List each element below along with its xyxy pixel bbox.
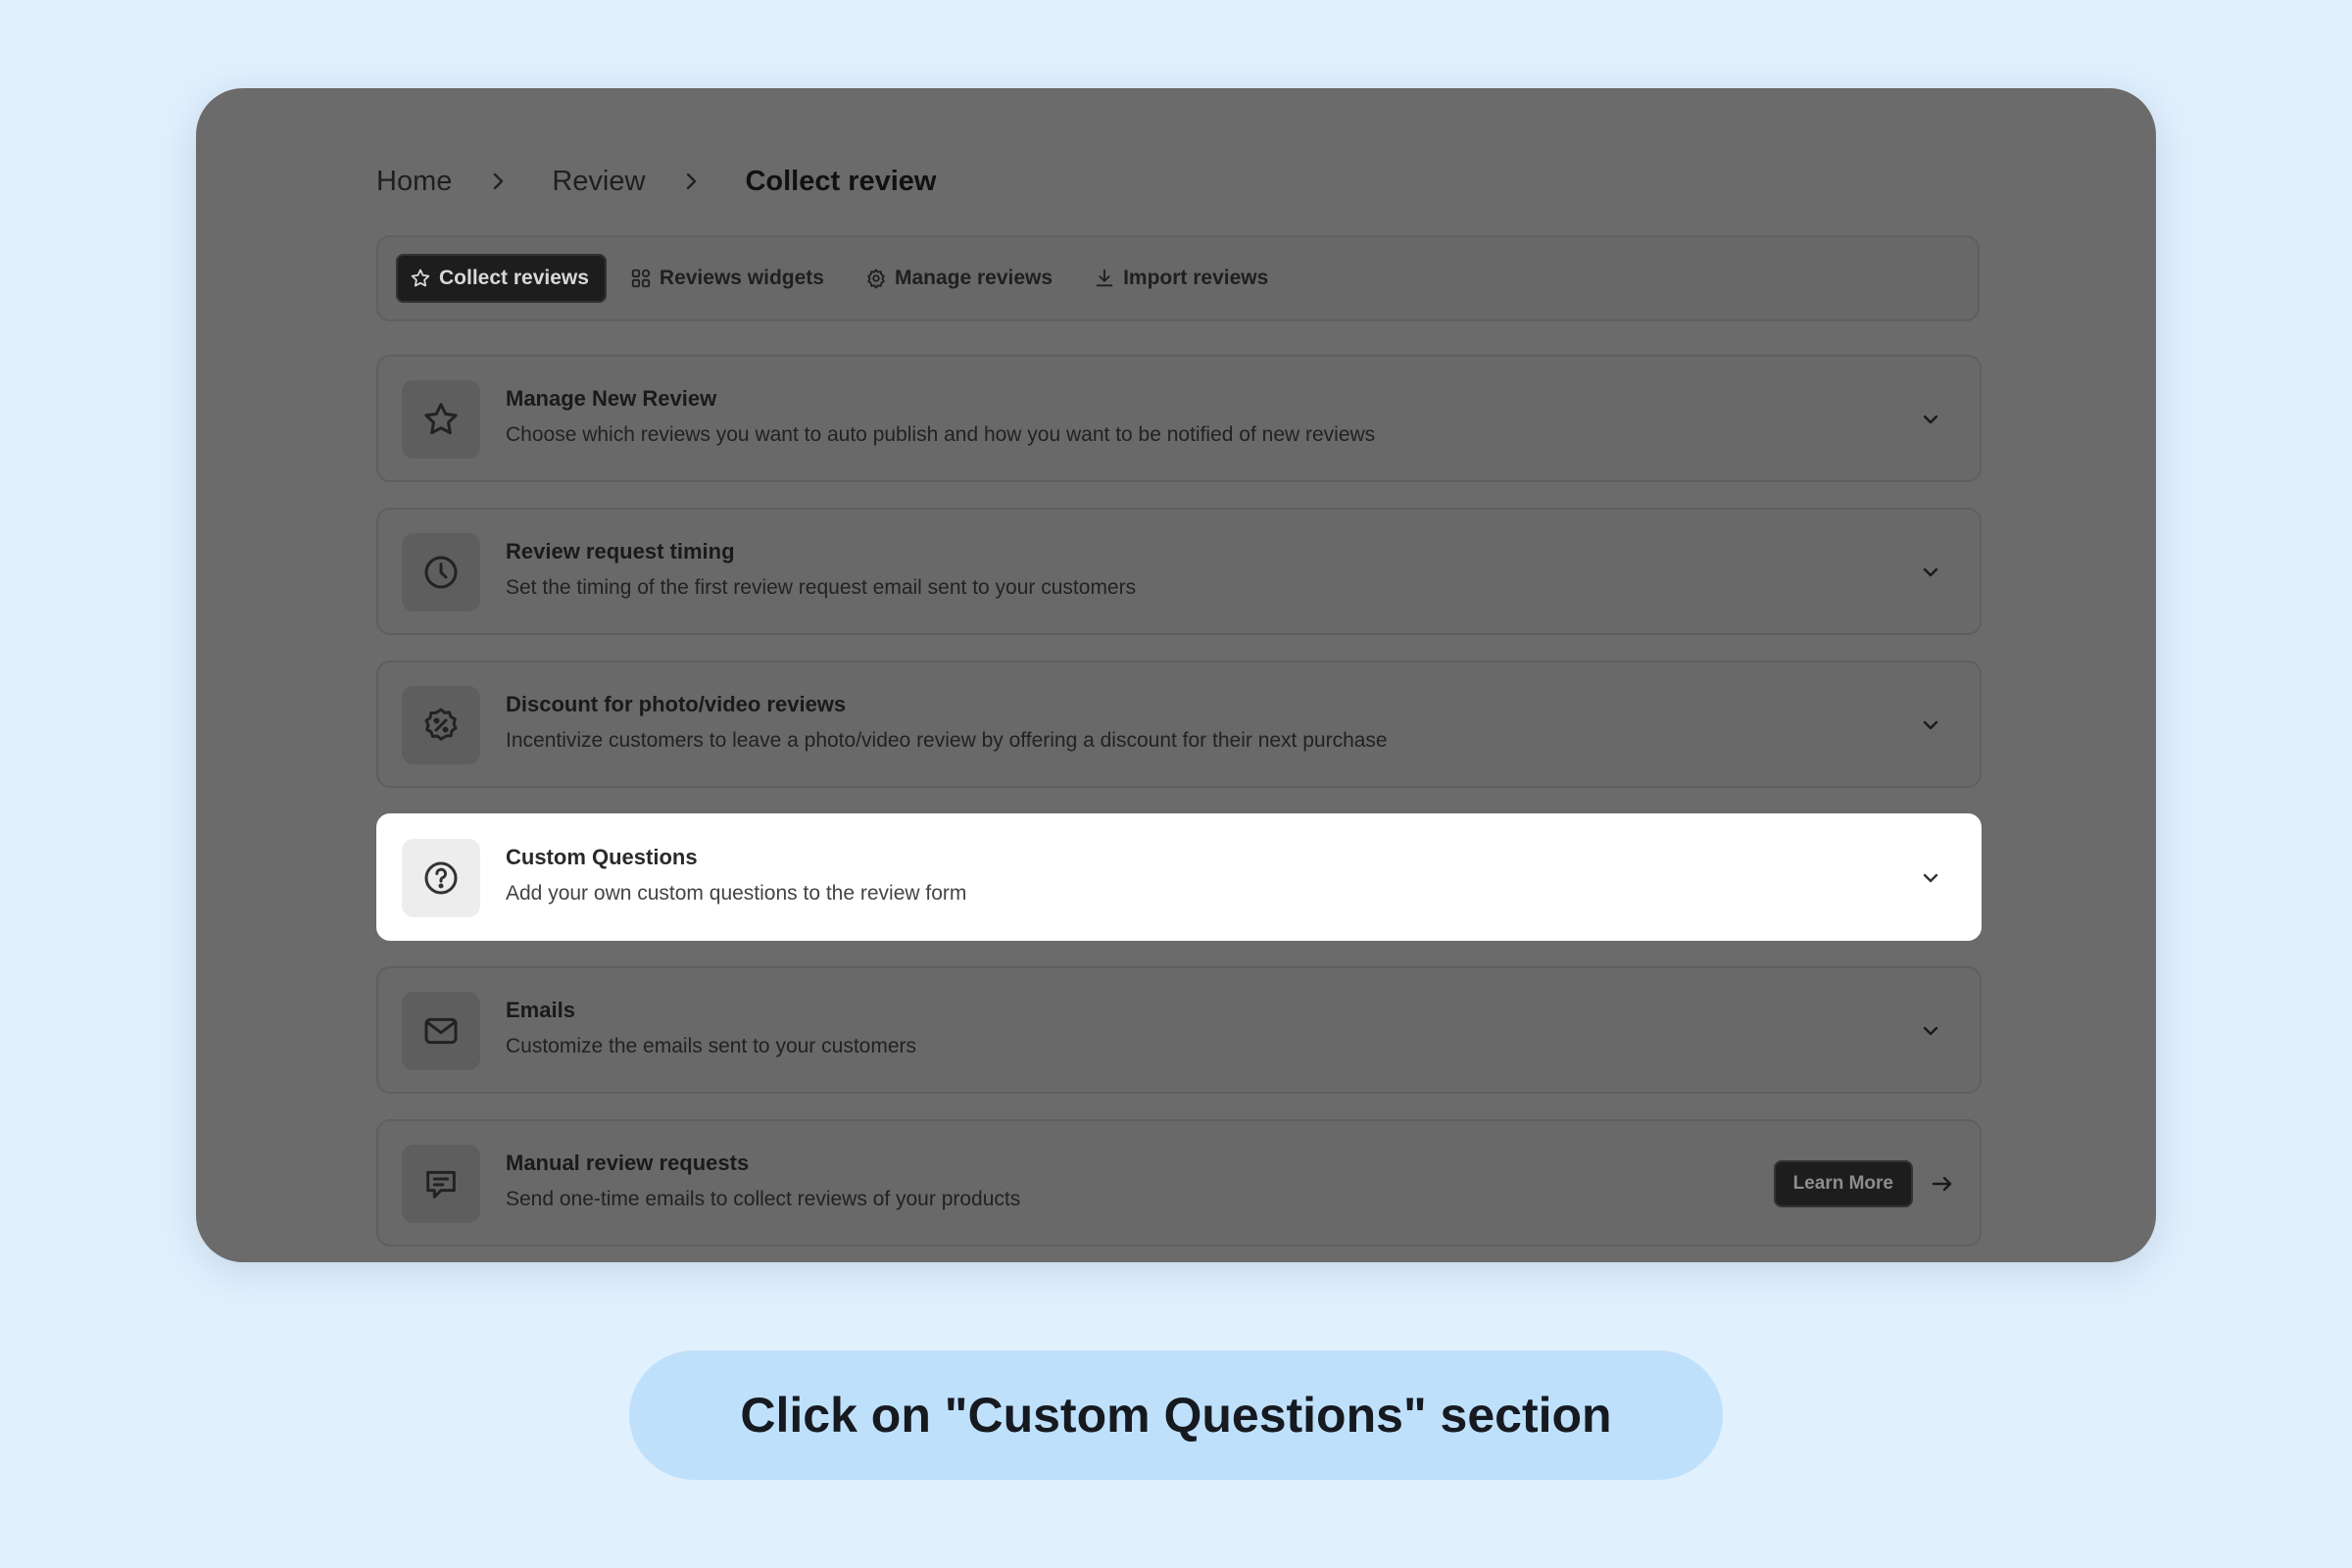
chat-bubble-icon (402, 1145, 480, 1223)
gear-icon (865, 268, 887, 289)
breadcrumb-home[interactable]: Home (376, 166, 452, 198)
section-emails[interactable]: Emails Customize the emails sent to your… (376, 966, 1982, 1094)
section-review-request-timing[interactable]: Review request timing Set the timing of … (376, 508, 1982, 635)
section-discount-photo-video[interactable]: Discount for photo/video reviews Incenti… (376, 661, 1982, 788)
section-title: Review request timing (506, 539, 735, 564)
star-icon (402, 380, 480, 459)
question-circle-icon (402, 839, 480, 917)
section-description: Add your own custom questions to the rev… (506, 882, 967, 905)
section-description: Choose which reviews you want to auto pu… (506, 423, 1376, 446)
app-window: Home Review Collect review Collect revie… (196, 88, 2156, 1262)
instruction-caption: Click on "Custom Questions" section (629, 1350, 1723, 1480)
section-title: Discount for photo/video reviews (506, 692, 847, 716)
envelope-icon (402, 992, 480, 1070)
settings-sections: Manage New Review Choose which reviews y… (376, 355, 1982, 1262)
download-icon (1094, 268, 1115, 289)
tab-label: Import reviews (1123, 267, 1269, 289)
chevron-down-icon[interactable] (1919, 866, 1942, 890)
learn-more-button[interactable]: Learn More (1773, 1160, 1913, 1207)
section-title: Custom Questions (506, 845, 698, 869)
widgets-icon (630, 268, 652, 289)
chevron-down-icon[interactable] (1919, 561, 1942, 584)
section-description: Set the timing of the first review reque… (506, 576, 1137, 599)
section-manual-review-requests[interactable]: Manual review requests Send one-time ema… (376, 1119, 1982, 1247)
chevron-right-icon (489, 172, 509, 191)
breadcrumb-current: Collect review (745, 165, 937, 197)
section-description: Customize the emails sent to your custom… (506, 1035, 916, 1057)
section-description: Incentivize customers to leave a photo/v… (506, 729, 1388, 752)
discount-badge-icon (402, 686, 480, 764)
chevron-down-icon[interactable] (1919, 1019, 1942, 1043)
breadcrumb-review[interactable]: Review (552, 166, 645, 198)
chevron-down-icon[interactable] (1919, 408, 1942, 431)
tab-bar: Collect reviews Reviews widgets Manage r… (376, 235, 1980, 321)
section-custom-questions[interactable]: Custom Questions Add your own custom que… (376, 813, 1982, 941)
clock-icon (402, 533, 480, 612)
breadcrumb: Home Review Collect review (376, 157, 936, 206)
tab-label: Collect reviews (439, 267, 589, 289)
tab-label: Reviews widgets (659, 267, 824, 289)
section-description: Send one-time emails to collect reviews … (506, 1188, 1021, 1210)
section-title: Manage New Review (506, 386, 717, 411)
chevron-right-icon (682, 172, 702, 191)
tab-collect-reviews[interactable]: Collect reviews (396, 254, 607, 303)
section-title: Manual review requests (506, 1151, 750, 1175)
tab-reviews-widgets[interactable]: Reviews widgets (616, 254, 842, 303)
tab-label: Manage reviews (894, 267, 1054, 289)
section-title: Emails (506, 998, 575, 1022)
section-manage-new-review[interactable]: Manage New Review Choose which reviews y… (376, 355, 1982, 482)
star-icon (410, 268, 431, 289)
tab-manage-reviews[interactable]: Manage reviews (852, 254, 1070, 303)
arrow-right-icon[interactable] (1931, 1172, 1956, 1196)
tab-import-reviews[interactable]: Import reviews (1080, 254, 1286, 303)
chevron-down-icon[interactable] (1919, 713, 1942, 737)
